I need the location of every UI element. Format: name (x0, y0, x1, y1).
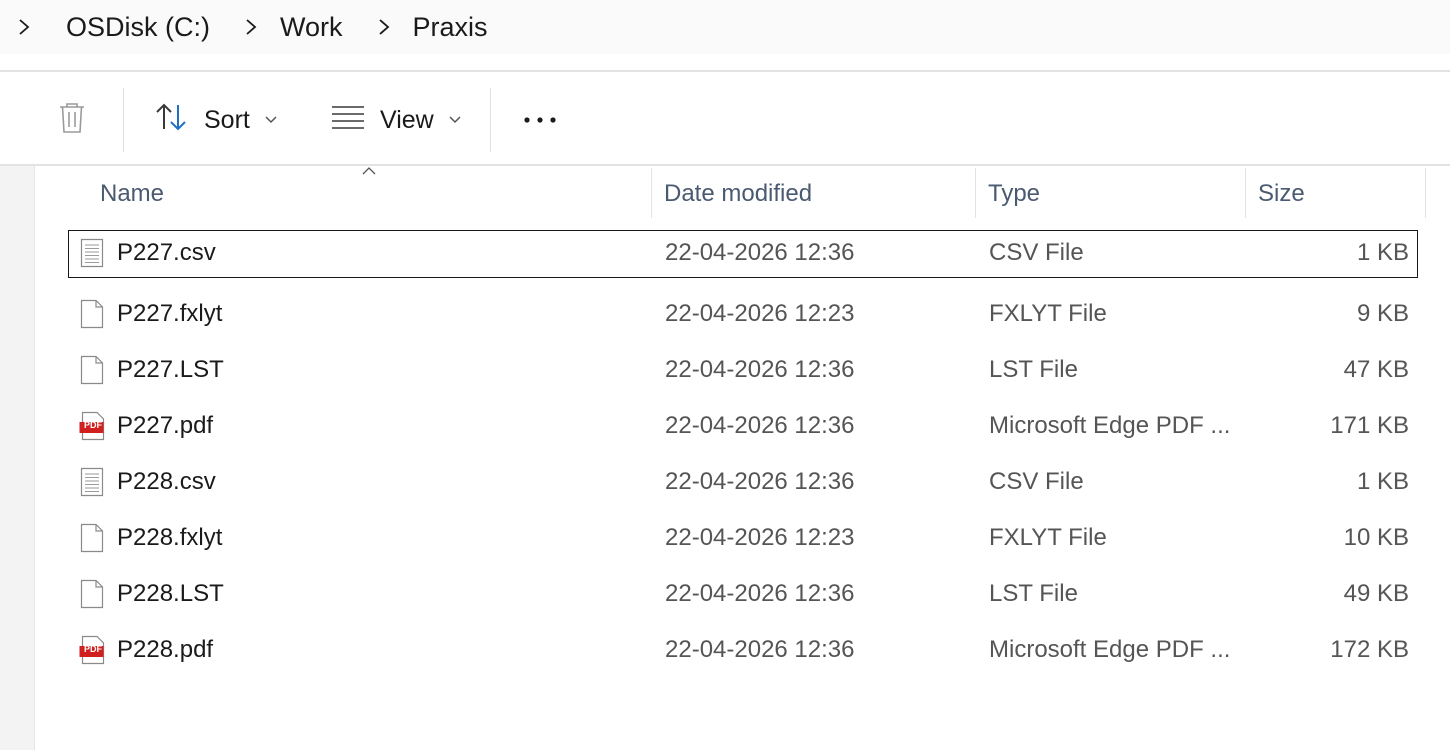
file-date-modified: 22-04-2026 12:36 (665, 239, 855, 266)
column-headers: Name Date modified Type Size (36, 166, 1450, 222)
file-size: 171 KB (1330, 412, 1409, 439)
file-size: 172 KB (1330, 636, 1409, 663)
pdf-file-icon: PDF (79, 623, 105, 677)
file-type: Microsoft Edge PDF ... (989, 412, 1231, 439)
file-size: 9 KB (1356, 300, 1409, 327)
file-row[interactable]: P227.fxlyt 22-04-2026 12:23 FXLYT File 9 KB (68, 286, 1418, 342)
toolbar-separator (123, 88, 124, 152)
text-file-icon (79, 230, 105, 276)
file-size: 1 KB (1356, 239, 1409, 266)
chevron-down-icon (448, 115, 462, 125)
file-size: 1 KB (1356, 468, 1409, 495)
file-size: 10 KB (1343, 524, 1409, 551)
blank-file-icon (79, 287, 105, 341)
column-divider[interactable] (1245, 168, 1246, 218)
sort-icon (154, 101, 190, 140)
chevron-right-icon[interactable] (365, 0, 403, 54)
column-header-date-modified[interactable]: Date modified (664, 166, 812, 222)
file-type: LST File (989, 580, 1078, 607)
column-divider[interactable] (1425, 168, 1426, 218)
toolbar-separator (490, 88, 491, 152)
column-header-type[interactable]: Type (988, 166, 1040, 222)
file-type: CSV File (989, 239, 1084, 266)
view-button[interactable]: View (330, 100, 462, 140)
text-file-icon (79, 455, 105, 509)
file-date-modified: 22-04-2026 12:23 (665, 300, 855, 327)
file-row[interactable]: P228.fxlyt 22-04-2026 12:23 FXLYT File 10 K… (68, 510, 1418, 566)
view-list-icon (330, 104, 366, 137)
file-name[interactable]: P227.pdf (117, 399, 213, 453)
file-name[interactable]: P228.fxlyt (117, 511, 222, 565)
chevron-right-icon[interactable] (0, 0, 48, 54)
file-name[interactable]: P227.LST (117, 343, 224, 397)
pdf-file-icon: PDF (79, 399, 105, 453)
breadcrumb-item-osdisk[interactable]: OSDisk (C:) (60, 12, 216, 43)
file-size: 49 KB (1343, 580, 1409, 607)
ellipsis-icon (522, 111, 558, 129)
file-date-modified: 22-04-2026 12:36 (665, 412, 855, 439)
file-row[interactable]: P227.csv 22-04-2026 12:36 CSV File 1 KB (68, 230, 1418, 278)
file-type: FXLYT File (989, 524, 1107, 551)
file-date-modified: 22-04-2026 12:36 (665, 468, 855, 495)
file-type: LST File (989, 356, 1078, 383)
file-row[interactable]: PDF P227.pdf 22-04-2026 12:36 Microsoft Edg… (68, 398, 1418, 454)
sort-label: Sort (204, 105, 250, 134)
column-header-size[interactable]: Size (1258, 166, 1305, 222)
breadcrumb-item-praxis[interactable]: Praxis (407, 12, 494, 43)
blank-file-icon (79, 511, 105, 565)
command-bar: Sort View (0, 72, 1450, 166)
file-name[interactable]: P228.csv (117, 455, 216, 509)
file-name[interactable]: P228.LST (117, 567, 224, 621)
file-name[interactable]: P228.pdf (117, 623, 213, 677)
sort-ascending-icon (362, 167, 376, 175)
file-list: P227.csv 22-04-2026 12:36 CSV File 1 KB P227… (68, 230, 1418, 678)
file-row[interactable]: P228.csv 22-04-2026 12:36 CSV File 1 KB (68, 454, 1418, 510)
file-name[interactable]: P227.fxlyt (117, 287, 222, 341)
breadcrumb-item-work[interactable]: Work (274, 12, 349, 43)
more-options-button[interactable] (520, 100, 560, 140)
column-divider[interactable] (651, 168, 652, 218)
file-type: CSV File (989, 468, 1084, 495)
breadcrumb: OSDisk (C:) Work Praxis (0, 0, 1450, 54)
file-row[interactable]: P228.LST 22-04-2026 12:36 LST File 49 KB (68, 566, 1418, 622)
file-row[interactable]: P227.LST 22-04-2026 12:36 LST File 47 KB (68, 342, 1418, 398)
view-label: View (380, 105, 434, 134)
column-header-name[interactable]: Name (100, 166, 164, 222)
file-date-modified: 22-04-2026 12:36 (665, 356, 855, 383)
file-name[interactable]: P227.csv (117, 230, 216, 276)
file-date-modified: 22-04-2026 12:36 (665, 580, 855, 607)
sort-button[interactable]: Sort (154, 100, 278, 140)
trash-icon (57, 101, 87, 140)
delete-button[interactable] (52, 100, 92, 140)
blank-file-icon (79, 343, 105, 397)
file-size: 47 KB (1343, 356, 1409, 383)
navigation-pane[interactable] (0, 166, 35, 750)
file-date-modified: 22-04-2026 12:36 (665, 636, 855, 663)
file-type: Microsoft Edge PDF ... (989, 636, 1231, 663)
column-divider[interactable] (975, 168, 976, 218)
blank-file-icon (79, 567, 105, 621)
chevron-right-icon[interactable] (232, 0, 270, 54)
file-row[interactable]: PDF P228.pdf 22-04-2026 12:36 Microsoft Edg… (68, 622, 1418, 678)
pdf-badge-text: PDF (84, 644, 102, 654)
chevron-down-icon (264, 115, 278, 125)
pdf-badge-text: PDF (84, 420, 102, 430)
file-type: FXLYT File (989, 300, 1107, 327)
file-date-modified: 22-04-2026 12:23 (665, 524, 855, 551)
